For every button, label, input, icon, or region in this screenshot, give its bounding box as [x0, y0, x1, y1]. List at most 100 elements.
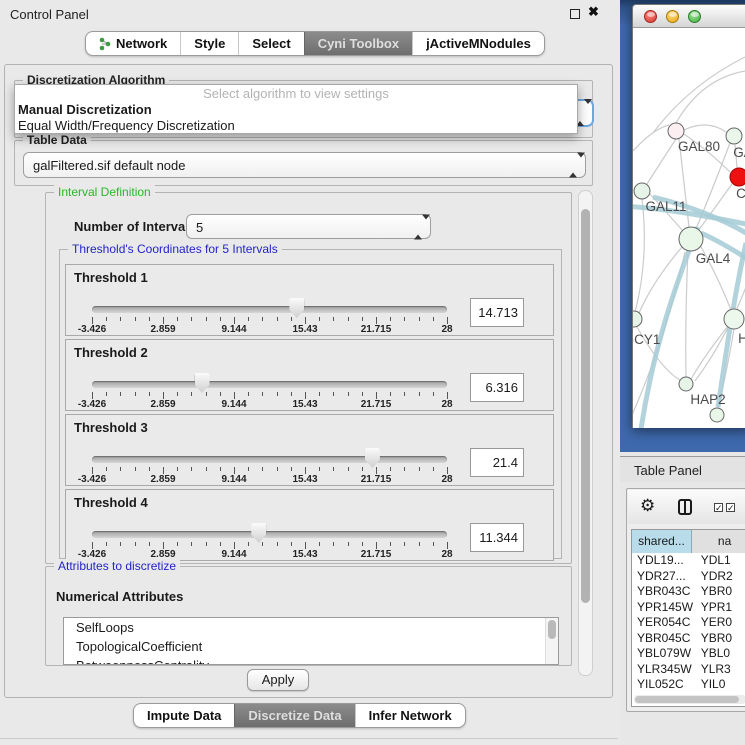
tab-jactivemnodules[interactable]: jActiveMNodules — [412, 32, 544, 55]
network-edge[interactable] — [635, 199, 644, 312]
slider-thumb[interactable] — [251, 523, 266, 543]
scrollbar-thumb[interactable] — [635, 696, 739, 703]
select-checkbox-icon[interactable]: ✓ — [714, 503, 723, 512]
scrollbar-thumb[interactable] — [548, 620, 556, 639]
tick-mark — [220, 542, 221, 546]
network-node-hap2[interactable] — [679, 377, 693, 391]
table-row[interactable]: YPR145WYPR1 — [632, 600, 745, 616]
table-row[interactable]: YDR27...YDR2 — [632, 569, 745, 585]
network-edge[interactable] — [653, 57, 745, 133]
algorithm-option[interactable]: Manual Discretization — [15, 102, 577, 118]
network-node-ga[interactable] — [726, 128, 742, 144]
network-edge[interactable] — [686, 251, 688, 377]
table-row[interactable]: YER054CYER0 — [632, 615, 745, 631]
network-edge[interactable] — [684, 125, 726, 132]
threshold-value-field[interactable]: 21.4 — [470, 448, 524, 477]
network-node-gcy1[interactable] — [633, 311, 642, 327]
zoom-traffic-light-icon[interactable] — [688, 10, 701, 23]
network-node-c[interactable] — [730, 168, 745, 186]
network-edge[interactable] — [639, 247, 682, 313]
tab-style[interactable]: Style — [180, 32, 238, 55]
threshold-value-field[interactable]: 6.316 — [470, 373, 524, 402]
threshold-value-field[interactable]: 11.344 — [470, 523, 524, 552]
table-cell[interactable]: YBL079W — [632, 646, 695, 662]
table-cell[interactable]: YPR145W — [632, 600, 695, 616]
network-graph[interactable]: GAL80GACGAL11GAL4GCY1HHAP2 — [633, 28, 745, 428]
window-titlebar[interactable] — [633, 5, 745, 28]
tick-mark — [447, 542, 448, 549]
table-cell[interactable]: YDL1 — [695, 553, 745, 569]
split-columns-icon[interactable] — [678, 499, 692, 515]
tick-mark — [291, 392, 292, 396]
list-scrollbar[interactable] — [545, 618, 558, 664]
table-row[interactable]: YDL19...YDL1 — [632, 553, 745, 569]
table-cell[interactable]: YER054C — [632, 615, 695, 631]
select-checkbox-icon[interactable]: ✓ — [726, 503, 735, 512]
table-data-combobox[interactable]: galFiltered.sif default node — [23, 152, 586, 178]
table-cell[interactable]: YBR043C — [632, 584, 695, 600]
tab-select[interactable]: Select — [238, 32, 303, 55]
slider-track[interactable] — [92, 306, 447, 313]
attribute-item[interactable]: TopologicalCoefficient — [64, 637, 558, 656]
table-cell[interactable]: YDR27... — [632, 569, 695, 585]
table-row[interactable]: YBR043CYBR0 — [632, 584, 745, 600]
slider-thumb[interactable] — [289, 298, 304, 318]
network-node-gal4[interactable] — [679, 227, 703, 251]
table-cell[interactable]: YDL19... — [632, 553, 695, 569]
network-node-h[interactable] — [724, 309, 744, 329]
num-intervals-combobox[interactable]: 5 — [186, 214, 431, 239]
network-node[interactable] — [710, 408, 724, 422]
vertical-scrollbar[interactable] — [578, 190, 593, 676]
float-window-icon[interactable] — [570, 9, 580, 19]
table-row[interactable]: YIL052CYIL0 — [632, 677, 745, 693]
tick-mark — [248, 392, 249, 396]
network-canvas[interactable]: GAL80GACGAL11GAL4GCY1HHAP2 — [633, 28, 745, 428]
network-edge[interactable] — [633, 125, 669, 151]
column-header[interactable]: na — [692, 530, 745, 553]
network-window[interactable]: GAL80GACGAL11GAL4GCY1HHAP2 — [632, 4, 745, 428]
table-cell[interactable]: YPR1 — [695, 600, 745, 616]
attribute-item[interactable]: SelfLoops — [64, 618, 558, 637]
table-cell[interactable]: YLR3 — [695, 662, 745, 678]
table-row[interactable]: YLR345WYLR3 — [632, 662, 745, 678]
settings-gear-icon[interactable]: ⚙ — [640, 496, 655, 516]
network-edge[interactable] — [647, 139, 676, 184]
tab-impute-data[interactable]: Impute Data — [134, 704, 234, 727]
close-icon[interactable]: ✖ — [588, 4, 599, 20]
table-cell[interactable]: YBR045C — [632, 631, 695, 647]
tab-discretize-data[interactable]: Discretize Data — [234, 704, 354, 727]
tick-mark — [92, 392, 93, 399]
tab-cyni-toolbox[interactable]: Cyni Toolbox — [304, 32, 412, 55]
tab-network[interactable]: Network — [86, 32, 180, 55]
column-header[interactable]: shared... — [632, 530, 692, 553]
slider-thumb[interactable] — [195, 373, 210, 393]
table-cell[interactable]: YLR345W — [632, 662, 695, 678]
scrollbar-thumb[interactable] — [581, 209, 590, 603]
network-node-gal80[interactable] — [668, 123, 684, 139]
node-table[interactable]: shared...na YDL19...YDL1YDR27...YDR2YBR0… — [631, 529, 745, 707]
table-cell[interactable]: YBR0 — [695, 584, 745, 600]
table-cell[interactable]: YBR0 — [695, 631, 745, 647]
attributes-list[interactable]: SelfLoopsTopologicalCoefficientBetweenne… — [63, 617, 559, 665]
threshold-value-field[interactable]: 14.713 — [470, 298, 524, 327]
table-cell[interactable]: YDR2 — [695, 569, 745, 585]
tab-infer-network[interactable]: Infer Network — [355, 704, 465, 727]
node-label: GAL4 — [696, 251, 731, 266]
table-cell[interactable]: YIL052C — [632, 677, 695, 693]
table-cell[interactable]: YIL0 — [695, 677, 745, 693]
table-row[interactable]: YBL079WYBL0 — [632, 646, 745, 662]
slider-track[interactable] — [92, 531, 447, 538]
apply-button[interactable]: Apply — [247, 669, 309, 691]
algorithm-option[interactable]: Equal Width/Frequency Discretization — [15, 118, 577, 134]
table-cell[interactable]: YER0 — [695, 615, 745, 631]
slider-thumb[interactable] — [365, 448, 380, 468]
attribute-item[interactable]: BetweennessCentrality — [64, 656, 558, 665]
slider-track[interactable] — [92, 456, 447, 463]
close-traffic-light-icon[interactable] — [644, 10, 657, 23]
slider-track[interactable] — [92, 381, 447, 388]
table-row[interactable]: YBR045CYBR0 — [632, 631, 745, 647]
table-cell[interactable]: YBL0 — [695, 646, 745, 662]
network-node-gal11[interactable] — [634, 183, 650, 199]
horizontal-scrollbar[interactable] — [634, 695, 745, 704]
minimize-traffic-light-icon[interactable] — [666, 10, 679, 23]
